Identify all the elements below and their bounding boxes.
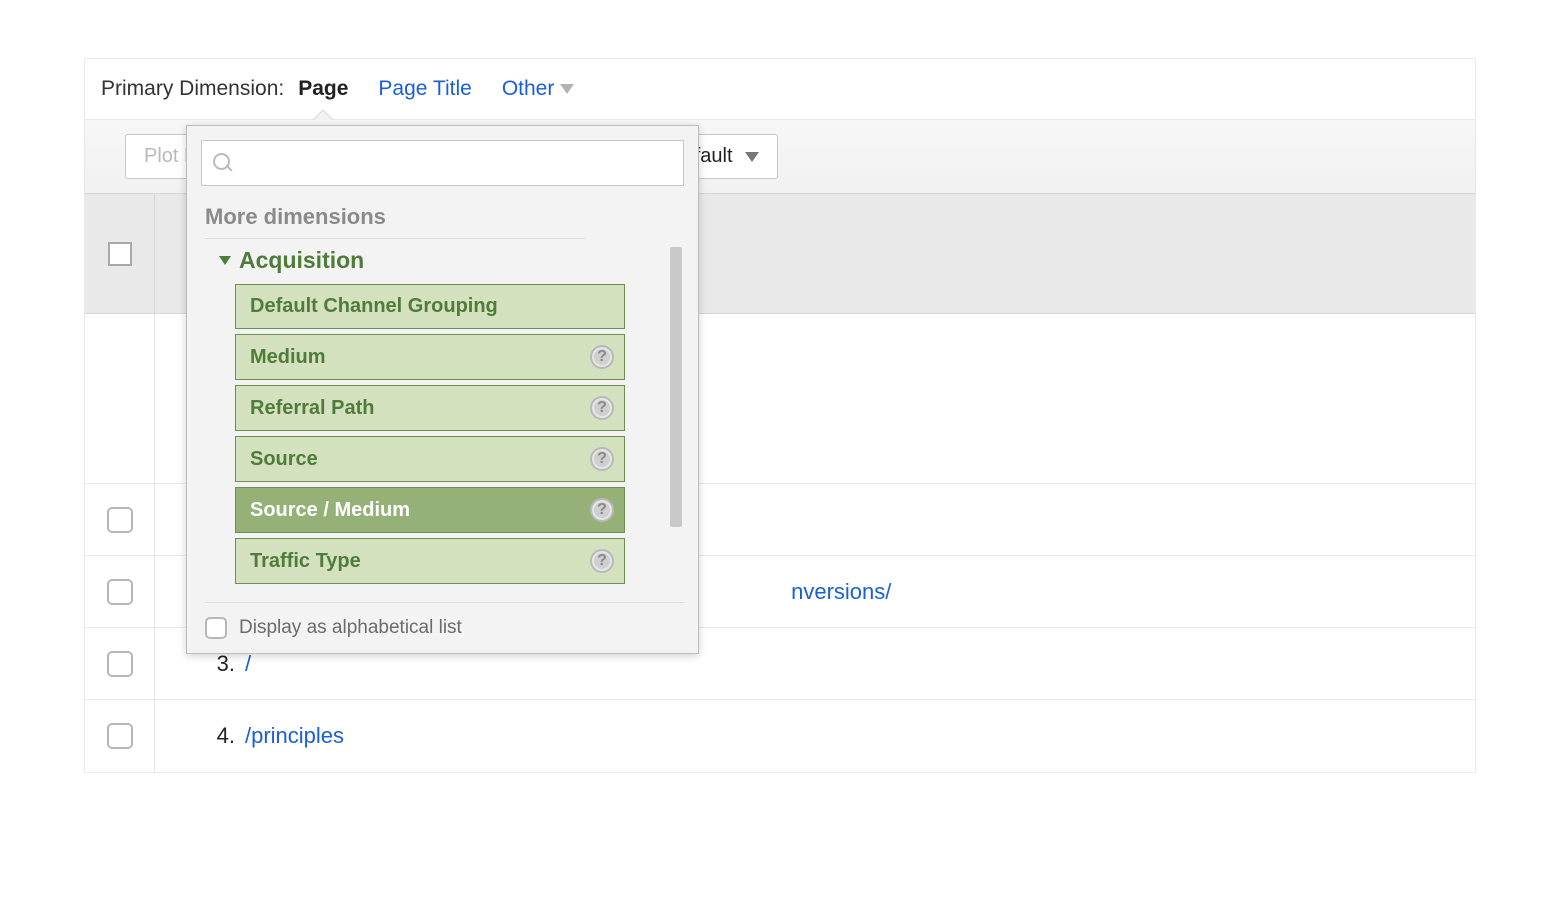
select-all-checkbox[interactable] <box>108 242 132 266</box>
dimension-search[interactable] <box>201 140 684 186</box>
help-icon[interactable]: ? <box>590 447 614 471</box>
dimension-item-referral-path[interactable]: Referral Path ? <box>235 385 625 431</box>
dimension-category-acquisition[interactable]: Acquisition <box>219 247 684 274</box>
dimension-item-label: Traffic Type <box>250 550 361 573</box>
page-link[interactable]: / <box>245 651 251 677</box>
dimension-item-label: Source <box>250 448 318 471</box>
dimension-item-medium[interactable]: Medium ? <box>235 334 625 380</box>
row-number: 3. <box>155 651 245 677</box>
dimension-item-label: Medium <box>250 346 326 369</box>
row-checkbox[interactable] <box>107 651 133 677</box>
primary-dimension-row: Primary Dimension: Page Page Title Other <box>85 59 1475 120</box>
help-icon[interactable]: ? <box>590 549 614 573</box>
page-link-obscured[interactable]: nversions/ <box>791 579 891 605</box>
report-frame: Primary Dimension: Page Page Title Other… <box>84 58 1476 773</box>
row-checkbox[interactable] <box>107 723 133 749</box>
primary-dimension-label: Primary Dimension: <box>101 77 284 101</box>
alpha-list-checkbox[interactable] <box>205 617 227 639</box>
dimension-category-label: Acquisition <box>239 247 364 274</box>
dimension-search-input[interactable] <box>242 152 673 175</box>
primary-dimension-active[interactable]: Page <box>298 77 348 101</box>
more-dimensions-heading: More dimensions <box>205 204 585 239</box>
primary-dimension-option-page-title[interactable]: Page Title <box>378 77 471 101</box>
search-icon <box>212 152 234 174</box>
row-number: 4. <box>155 723 245 749</box>
help-icon[interactable]: ? <box>590 345 614 369</box>
row-checkbox[interactable] <box>107 579 133 605</box>
dimension-scroll-area: Acquisition Default Channel Grouping Med… <box>201 247 684 584</box>
dimension-item-label: Source / Medium <box>250 499 410 522</box>
dimension-item-traffic-type[interactable]: Traffic Type ? <box>235 538 625 584</box>
secondary-dimension-dropdown: More dimensions Acquisition Default Chan… <box>186 125 699 654</box>
dimension-item-label: Referral Path <box>250 397 375 420</box>
primary-dimension-option-other[interactable]: Other <box>502 77 574 101</box>
dimension-item-source[interactable]: Source ? <box>235 436 625 482</box>
select-all-cell <box>85 194 155 313</box>
primary-dimension-other-label: Other <box>502 77 555 101</box>
dimension-item-source-medium[interactable]: Source / Medium ? <box>235 487 625 533</box>
scrollbar[interactable] <box>670 247 682 527</box>
chevron-down-icon <box>219 256 231 265</box>
row-checkbox[interactable] <box>107 507 133 533</box>
table-row: 4. /principles <box>85 700 1475 772</box>
dimension-item-label: Default Channel Grouping <box>250 295 498 318</box>
chevron-down-icon <box>745 152 759 162</box>
dropdown-footer: Display as alphabetical list <box>205 602 684 639</box>
dimension-item-default-channel-grouping[interactable]: Default Channel Grouping <box>235 284 625 329</box>
chevron-down-icon <box>560 84 574 94</box>
help-icon[interactable]: ? <box>590 396 614 420</box>
alpha-list-label: Display as alphabetical list <box>239 617 462 639</box>
help-icon[interactable]: ? <box>590 498 614 522</box>
dimension-items: Default Channel Grouping Medium ? Referr… <box>235 284 625 584</box>
page-link[interactable]: /principles <box>245 723 344 749</box>
